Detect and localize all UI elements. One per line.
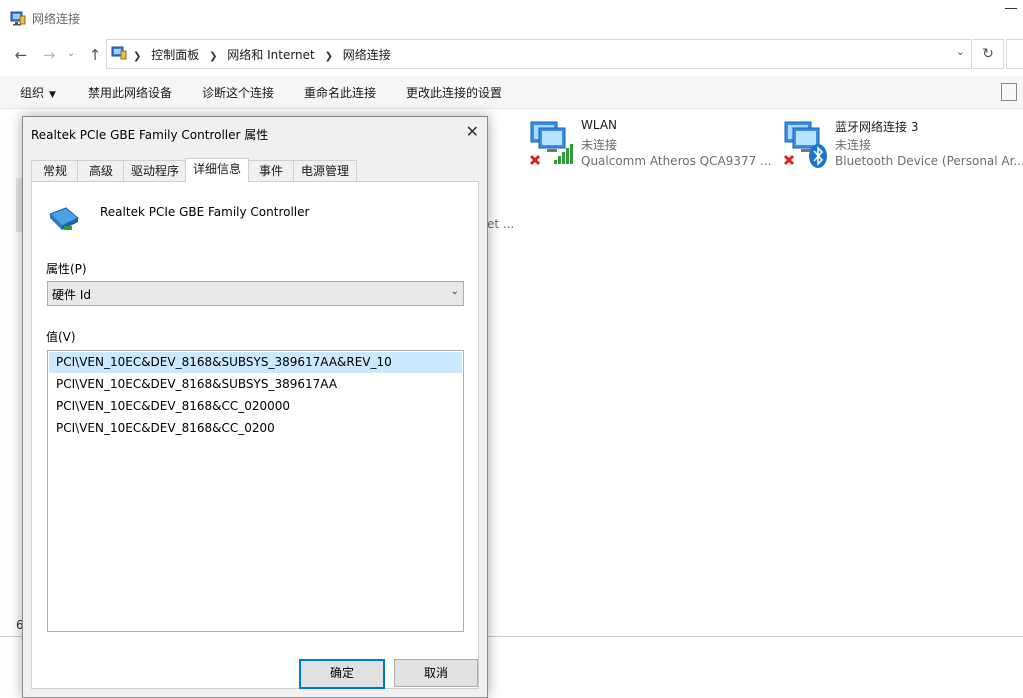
value-list[interactable]: PCI\VEN_10EC&DEV_8168&SUBSYS_389617AA&RE… — [47, 350, 464, 632]
caret-down-icon: ▼ — [49, 90, 56, 100]
tab-events[interactable]: 事件 — [247, 160, 295, 181]
connection-device: Bluetooth Device (Personal Ar... — [835, 154, 1023, 168]
connection-name: WLAN — [581, 118, 618, 132]
list-item[interactable]: PCI\VEN_10EC&DEV_8168&SUBSYS_389617AA&RE… — [49, 352, 462, 373]
change-settings-button[interactable]: 更改此连接的设置 — [406, 84, 502, 101]
explorer-titlebar: 网络连接 — [0, 0, 1023, 36]
device-name: Realtek PCIe GBE Family Controller — [100, 205, 310, 219]
tab-details[interactable]: 详细信息 — [185, 158, 249, 182]
dialog-title: Realtek PCIe GBE Family Controller 属性 — [31, 128, 269, 142]
organize-menu[interactable]: 组织 ▼ — [20, 84, 56, 101]
tab-power-management[interactable]: 电源管理 — [293, 160, 357, 181]
up-arrow-icon[interactable]: ↑ — [86, 46, 104, 64]
window-title: 网络连接 — [32, 12, 81, 26]
property-selected-value: 硬件 Id — [52, 288, 91, 302]
control-panel-icon — [111, 45, 127, 64]
forward-arrow-icon[interactable]: → — [40, 46, 58, 64]
refresh-button[interactable]: ↻ — [973, 39, 1004, 69]
list-item[interactable]: PCI\VEN_10EC&DEV_8168&CC_020000 — [49, 396, 462, 417]
connection-device: Qualcomm Atheros QCA9377 ... — [581, 154, 772, 168]
breadcrumb-separator-icon[interactable]: ❯ — [325, 51, 333, 62]
list-item[interactable]: PCI\VEN_10EC&DEV_8168&SUBSYS_389617AA — [49, 374, 462, 395]
rename-button[interactable]: 重命名此连接 — [304, 84, 376, 101]
bluetooth-network-icon — [781, 118, 827, 170]
organize-label: 组织 — [20, 86, 45, 100]
search-box-edge[interactable] — [1006, 39, 1023, 69]
breadcrumb-separator-icon[interactable]: ❯ — [133, 51, 141, 62]
properties-dialog: Realtek PCIe GBE Family Controller 属性 ✕ … — [22, 116, 488, 698]
value-label: 值(V) — [46, 330, 76, 344]
command-bar: 组织 ▼ 禁用此网络设备 诊断这个连接 重命名此连接 更改此连接的设置 — [0, 76, 1023, 109]
close-icon[interactable]: ✕ — [466, 122, 479, 141]
breadcrumb-control-panel[interactable]: 控制面板 — [151, 48, 199, 62]
details-panel: Realtek PCIe GBE Family Controller 属性(P)… — [31, 181, 479, 689]
connection-name: 蓝牙网络连接 3 — [835, 120, 919, 134]
connection-status: 未连接 — [581, 138, 618, 152]
back-arrow-icon[interactable]: ← — [12, 46, 30, 64]
address-dropdown-icon[interactable]: ⌄ — [956, 45, 965, 58]
tab-advanced[interactable]: 高级 — [77, 160, 125, 181]
recent-chevron-icon[interactable]: ⌄ — [62, 48, 80, 59]
property-label: 属性(P) — [46, 262, 87, 276]
connection-status: 未连接 — [835, 138, 872, 152]
list-item[interactable]: PCI\VEN_10EC&DEV_8168&CC_0200 — [49, 418, 462, 439]
disable-device-button[interactable]: 禁用此网络设备 — [88, 84, 172, 101]
breadcrumb-network-internet[interactable]: 网络和 Internet — [227, 48, 314, 62]
cancel-button[interactable]: 取消 — [394, 659, 478, 687]
address-bar[interactable]: ❯ 控制面板 ❯ 网络和 Internet ❯ 网络连接 ⌄ — [106, 39, 972, 69]
network-adapter-icon — [48, 204, 80, 237]
property-select[interactable]: 硬件 Id ⌄ — [47, 281, 464, 306]
address-row: ← → ⌄ ↑ ❯ 控制面板 ❯ 网络和 Internet ❯ 网络连接 ⌄ ↻ — [0, 36, 1023, 72]
breadcrumb-network-connections[interactable]: 网络连接 — [343, 48, 391, 62]
refresh-icon: ↻ — [982, 46, 994, 62]
view-options-icon[interactable] — [1001, 83, 1017, 101]
diagnose-button[interactable]: 诊断这个连接 — [202, 84, 274, 101]
breadcrumb-separator-icon[interactable]: ❯ — [209, 51, 217, 62]
chevron-down-icon: ⌄ — [450, 286, 459, 297]
wifi-network-icon — [527, 118, 573, 170]
network-connections-icon — [10, 10, 26, 29]
ethernet-device-partial: et ... — [487, 217, 515, 231]
minimize-icon[interactable] — [1005, 8, 1017, 9]
tab-general[interactable]: 常规 — [31, 160, 79, 181]
tab-driver[interactable]: 驱动程序 — [123, 160, 187, 181]
ok-button[interactable]: 确定 — [299, 659, 385, 689]
